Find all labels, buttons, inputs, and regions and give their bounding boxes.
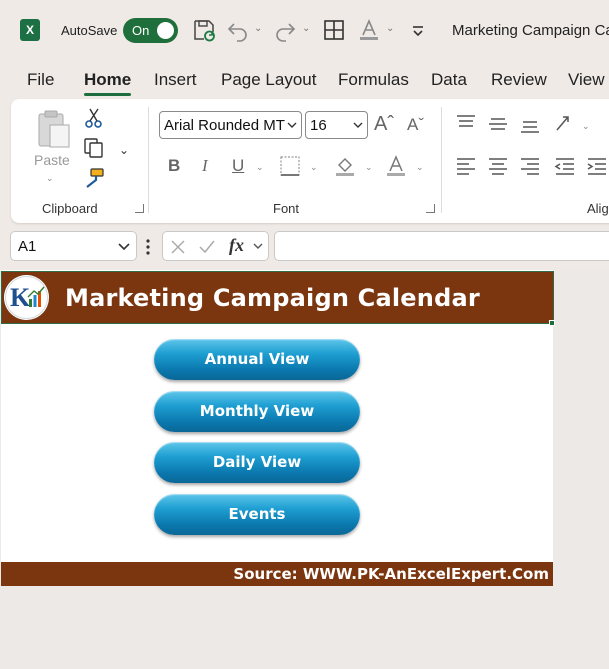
borders-icon[interactable] xyxy=(279,155,301,177)
source-text: Source: WWW.PK-AnExcelExpert.Com xyxy=(233,565,549,583)
worksheet: K Marketing Campaign Calendar Annual Vie… xyxy=(0,270,609,669)
borders-dropdown-icon[interactable]: ⌄ xyxy=(310,162,318,173)
pk-logo-icon: K xyxy=(4,275,49,320)
align-left-icon[interactable] xyxy=(455,155,477,177)
font-color-dropdown-icon[interactable]: ⌄ xyxy=(386,23,394,34)
bottom-align-icon[interactable] xyxy=(519,113,541,135)
logo-letter: K xyxy=(10,283,31,312)
ribbon-tabs: File Home Insert Page Layout Formulas Da… xyxy=(0,62,609,98)
clipboard-group-label: Clipboard xyxy=(42,201,98,216)
font-size-value: 16 xyxy=(310,117,327,134)
tab-view[interactable]: View xyxy=(568,70,605,90)
group-divider xyxy=(441,107,442,213)
clipboard-launcher-icon[interactable] xyxy=(135,204,144,213)
name-box-value: A1 xyxy=(18,238,37,255)
document-title: Marketing Campaign Ca xyxy=(452,22,609,39)
ribbon-panel: Paste ⌄ ⌄ Clipboard Arial Rounded MT 16 … xyxy=(11,99,609,223)
increase-font-icon[interactable]: Aˆ xyxy=(374,113,394,136)
format-painter-icon[interactable] xyxy=(83,167,105,189)
font-color-icon[interactable] xyxy=(385,155,407,177)
selection-fill-handle[interactable] xyxy=(549,320,555,326)
font-group-label: Font xyxy=(273,201,300,216)
font-name-dropdown[interactable]: Arial Rounded MT xyxy=(159,111,302,139)
more-options-icon[interactable] xyxy=(145,238,151,256)
paste-dropdown-icon[interactable]: ⌄ xyxy=(46,173,54,184)
excel-logo-icon: X xyxy=(20,19,40,41)
font-launcher-icon[interactable] xyxy=(426,204,435,213)
autosave-label: AutoSave xyxy=(61,23,118,38)
group-divider xyxy=(148,107,149,213)
title-bar: X AutoSave On ⌄ ⌄ ⌄ Marketing Campaign C… xyxy=(0,0,609,60)
autosave-toggle[interactable]: On xyxy=(123,18,178,43)
chevron-down-icon xyxy=(353,122,363,128)
center-icon[interactable] xyxy=(487,155,509,177)
insert-function-icon[interactable]: fx xyxy=(229,235,244,256)
tab-review[interactable]: Review xyxy=(491,70,547,90)
decrease-font-icon[interactable]: Aˇ xyxy=(407,115,424,135)
copy-dropdown-icon[interactable]: ⌄ xyxy=(119,143,129,157)
events-button[interactable]: Events xyxy=(154,494,360,535)
banner-title: Marketing Campaign Calendar xyxy=(65,284,480,312)
autosave-state: On xyxy=(132,23,150,38)
paste-icon[interactable] xyxy=(37,109,71,149)
bold-button[interactable]: B xyxy=(168,156,180,176)
tab-formulas[interactable]: Formulas xyxy=(338,70,409,90)
orientation-icon[interactable] xyxy=(554,113,576,135)
decrease-indent-icon[interactable] xyxy=(554,155,576,177)
monthly-view-button[interactable]: Monthly View xyxy=(154,391,360,432)
formula-bar: A1 fx xyxy=(0,229,609,265)
font-size-dropdown[interactable]: 16 xyxy=(305,111,368,139)
chevron-down-icon xyxy=(118,243,130,251)
underline-button[interactable]: U xyxy=(232,156,244,176)
cancel-icon[interactable] xyxy=(170,239,186,255)
copy-icon[interactable] xyxy=(83,137,105,159)
customize-qat-icon[interactable] xyxy=(406,18,430,42)
save-sync-icon[interactable] xyxy=(192,18,216,42)
chevron-down-icon xyxy=(287,122,297,128)
align-right-icon[interactable] xyxy=(519,155,541,177)
fill-color-icon[interactable] xyxy=(334,155,356,177)
tab-home[interactable]: Home xyxy=(84,70,131,90)
title-banner[interactable]: K Marketing Campaign Calendar xyxy=(1,271,554,324)
font-color-icon[interactable] xyxy=(357,18,381,42)
redo-icon[interactable] xyxy=(273,18,297,42)
font-color-dropdown-icon[interactable]: ⌄ xyxy=(416,162,424,173)
borders-icon[interactable] xyxy=(322,18,346,42)
underline-dropdown-icon[interactable]: ⌄ xyxy=(256,162,264,173)
formula-tools: fx xyxy=(162,231,269,261)
tab-page-layout[interactable]: Page Layout xyxy=(221,70,316,90)
chevron-down-icon[interactable] xyxy=(253,243,263,251)
formula-input[interactable] xyxy=(274,231,609,261)
enter-icon[interactable] xyxy=(198,239,216,255)
tab-data[interactable]: Data xyxy=(431,70,467,90)
active-tab-indicator xyxy=(84,93,131,96)
font-name-value: Arial Rounded MT xyxy=(164,117,285,134)
tab-file[interactable]: File xyxy=(27,70,54,90)
increase-indent-icon[interactable] xyxy=(586,155,608,177)
cut-icon[interactable] xyxy=(83,107,105,129)
fill-color-dropdown-icon[interactable]: ⌄ xyxy=(365,162,373,173)
source-footer: Source: WWW.PK-AnExcelExpert.Com xyxy=(1,562,553,586)
redo-dropdown-icon[interactable]: ⌄ xyxy=(302,23,310,34)
alignment-group-label: Alig xyxy=(587,201,609,216)
italic-button[interactable]: I xyxy=(202,156,208,176)
middle-align-icon[interactable] xyxy=(487,113,509,135)
orientation-dropdown-icon[interactable]: ⌄ xyxy=(582,121,590,132)
undo-icon[interactable] xyxy=(226,18,250,42)
name-box[interactable]: A1 xyxy=(10,231,137,261)
toggle-knob xyxy=(157,22,174,39)
annual-view-button[interactable]: Annual View xyxy=(154,339,360,380)
daily-view-button[interactable]: Daily View xyxy=(154,442,360,483)
top-align-icon[interactable] xyxy=(455,113,477,135)
undo-dropdown-icon[interactable]: ⌄ xyxy=(254,23,262,34)
tab-insert[interactable]: Insert xyxy=(154,70,197,90)
paste-label[interactable]: Paste xyxy=(34,152,70,168)
